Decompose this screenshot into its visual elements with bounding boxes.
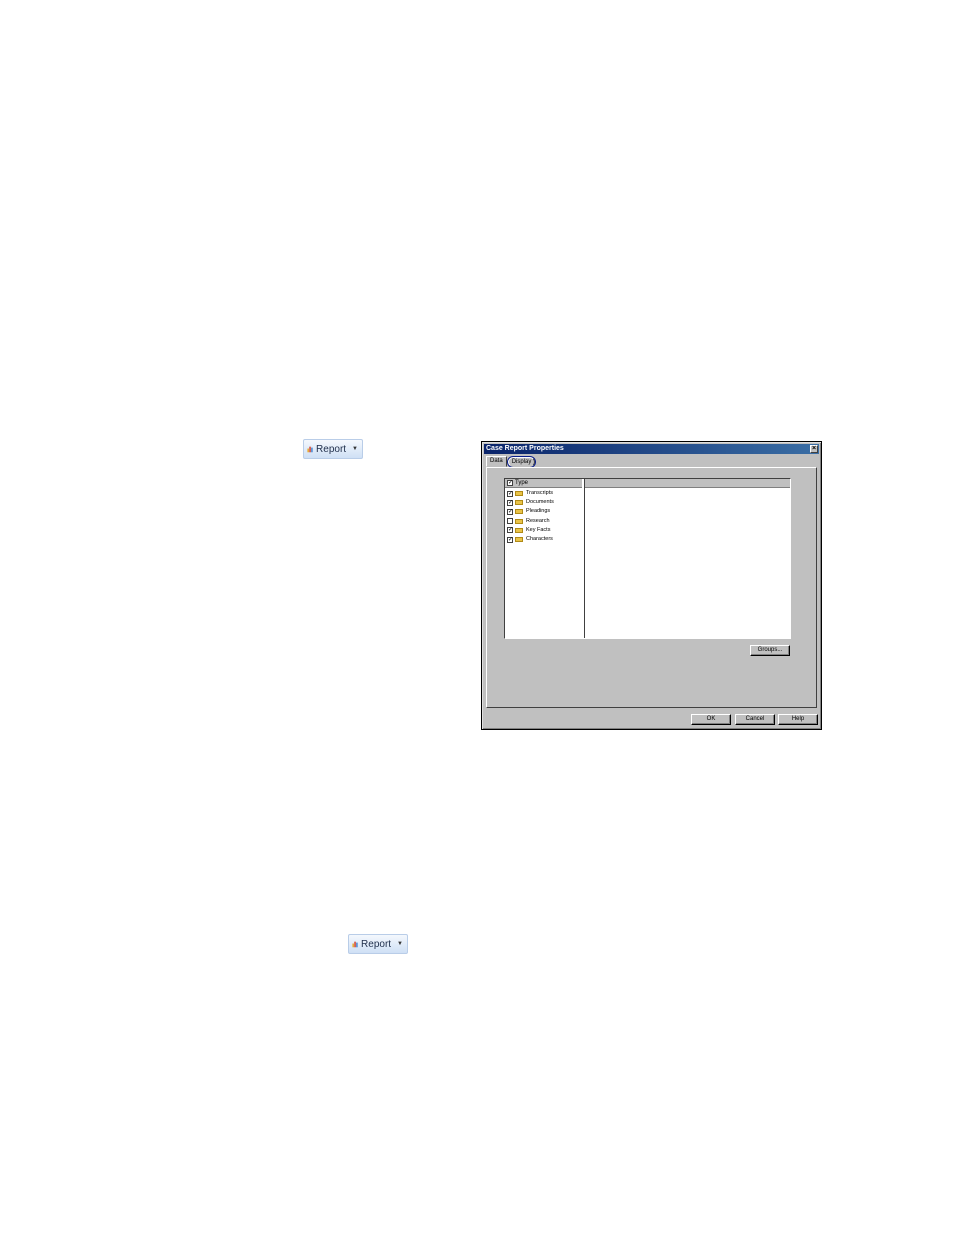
list-item-label: Pleadings <box>526 508 551 515</box>
report-button-label: Report <box>316 443 347 455</box>
list-item-label: Documents <box>526 499 554 506</box>
chevron-down-icon[interactable]: ▼ <box>352 446 358 452</box>
list-header: ✓ Type <box>505 479 582 488</box>
list-item[interactable]: Research <box>505 517 583 526</box>
list-item[interactable]: ✓ Key Facts <box>505 526 583 535</box>
folder-icon <box>515 500 523 506</box>
list-item-label: Transcripts <box>526 490 553 497</box>
type-column-header[interactable]: Type <box>515 479 528 487</box>
list-item-label: Key Facts <box>526 526 551 533</box>
list-item[interactable]: ✓ Pleadings <box>505 507 583 516</box>
tab-data[interactable]: Data <box>486 456 507 467</box>
list-item[interactable]: ✓ Characters <box>505 535 583 544</box>
folder-icon <box>515 527 523 533</box>
select-all-checkbox[interactable]: ✓ <box>507 480 513 486</box>
item-checkbox[interactable] <box>507 518 513 525</box>
item-checkbox[interactable]: ✓ <box>507 536 513 543</box>
bar-chart-icon <box>352 941 358 948</box>
item-checkbox[interactable]: ✓ <box>507 490 513 497</box>
close-icon[interactable]: × <box>810 445 818 453</box>
folder-icon <box>515 509 523 515</box>
item-checkbox[interactable]: ✓ <box>507 527 513 534</box>
cancel-button[interactable]: Cancel <box>735 714 775 725</box>
folder-icon <box>515 518 523 524</box>
bar-chart-icon <box>307 446 313 453</box>
report-button-bottom[interactable]: Report ▼ <box>348 934 408 954</box>
help-button[interactable]: Help <box>778 714 818 725</box>
folder-icon <box>515 491 523 497</box>
tab-panel: ✓ Type ✓ Transcripts ✓ Documents ✓ Plead… <box>486 467 817 708</box>
report-button[interactable]: Report ▼ <box>303 439 363 459</box>
case-report-properties-dialog: Case Report Properties × Data Display ✓ … <box>481 441 822 730</box>
item-checkbox[interactable]: ✓ <box>507 508 513 515</box>
chevron-down-icon[interactable]: ▼ <box>397 941 403 947</box>
type-list: ✓ Type ✓ Transcripts ✓ Documents ✓ Plead… <box>504 478 791 639</box>
report-button-label: Report <box>361 938 392 950</box>
type-rows: ✓ Transcripts ✓ Documents ✓ Pleadings Re… <box>505 489 583 544</box>
groups-button[interactable]: Groups... <box>750 645 790 656</box>
folder-icon <box>515 537 523 543</box>
list-item[interactable]: ✓ Transcripts <box>505 489 583 498</box>
tab-display[interactable]: Display <box>506 456 537 468</box>
list-item[interactable]: ✓ Documents <box>505 498 583 507</box>
item-checkbox[interactable]: ✓ <box>507 499 513 506</box>
list-item-label: Characters <box>526 536 553 543</box>
dialog-title: Case Report Properties <box>484 444 819 454</box>
secondary-header <box>585 479 790 488</box>
ok-button[interactable]: OK <box>691 714 731 725</box>
column-divider[interactable] <box>584 479 585 638</box>
list-item-label: Research <box>526 517 550 524</box>
